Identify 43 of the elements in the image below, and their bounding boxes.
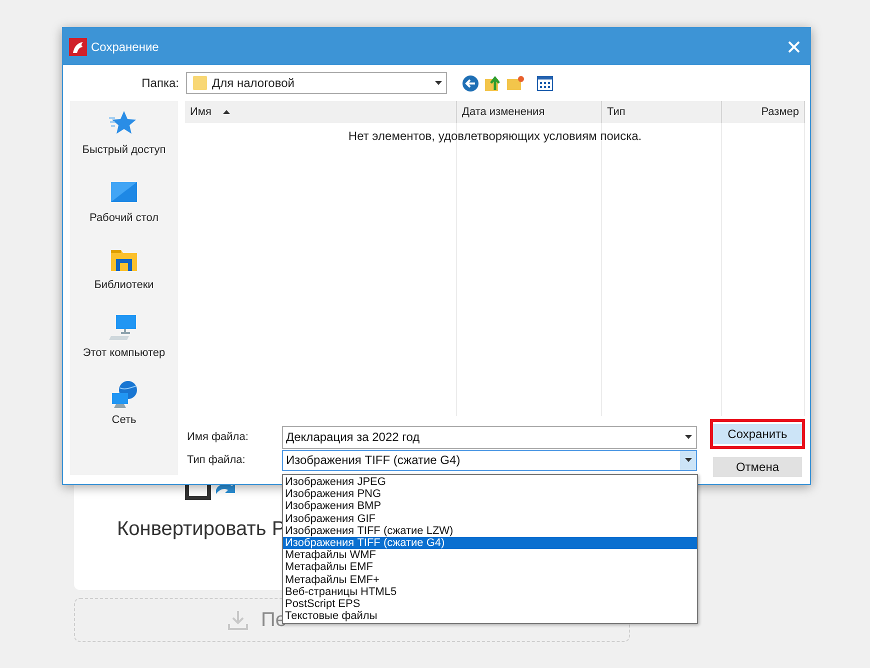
dropdown-arrow-icon: [684, 458, 692, 462]
file-type-option[interactable]: Изображения TIFF (сжатие LZW): [283, 524, 697, 537]
empty-message: Нет элементов, удовлетворяющих условиям поиска.: [347, 128, 643, 145]
cancel-button[interactable]: Отмена: [713, 457, 802, 477]
app-logo-icon: [69, 38, 87, 56]
dropdown-arrow-icon: [434, 81, 442, 85]
file-type-option[interactable]: Изображения JPEG: [283, 476, 697, 488]
file-type-label: Тип файла:: [187, 452, 246, 468]
file-type-option[interactable]: Изображения BMP: [283, 500, 697, 513]
file-type-option[interactable]: Метафайлы EMF: [283, 561, 697, 574]
window-title: Сохранение: [91, 38, 159, 56]
file-type-option[interactable]: Метафайлы WMF: [283, 549, 697, 562]
folder-combo[interactable]: Для налоговой: [186, 72, 447, 94]
sidebar-item[interactable]: Библиотеки: [94, 244, 154, 294]
new-folder-icon[interactable]: [507, 75, 525, 91]
file-type-combo[interactable]: Изображения TIFF (сжатие G4): [282, 450, 697, 470]
file-name-label: Имя файла:: [187, 430, 250, 445]
file-type-option[interactable]: Изображения PNG: [283, 488, 697, 500]
folder-value: Для налоговой: [212, 75, 294, 92]
sidebar-item[interactable]: Рабочий стол: [89, 176, 159, 226]
sidebar-item[interactable]: Этот компьютер: [82, 312, 166, 361]
folder-up-icon[interactable]: [485, 74, 501, 92]
sidebar-item[interactable]: Быстрый доступ: [82, 109, 166, 158]
column-header[interactable]: Тип: [602, 101, 722, 123]
folder-label: Папка:: [140, 75, 179, 92]
grid-view-icon[interactable]: [537, 76, 553, 90]
save-button[interactable]: Сохранить: [713, 424, 802, 444]
close-icon[interactable]: [788, 40, 800, 52]
file-type-option[interactable]: Веб-страницы HTML5: [283, 586, 697, 598]
file-type-option[interactable]: Изображения TIFF (сжатие G4): [283, 536, 697, 550]
sidebar-item[interactable]: Сеть: [108, 379, 140, 428]
file-type-option[interactable]: Изображения GIF: [283, 512, 697, 525]
column-header[interactable]: Размер: [722, 101, 805, 123]
file-type-option[interactable]: Текстовые файлы: [283, 610, 697, 622]
column-header[interactable]: Имя: [185, 101, 457, 123]
file-type-option[interactable]: Метафайлы EMF+: [283, 574, 697, 586]
download-icon: [227, 609, 249, 631]
column-header[interactable]: Дата изменения: [457, 101, 602, 123]
back-icon[interactable]: [462, 74, 479, 92]
dropdown-arrow-icon: [684, 435, 692, 439]
folder-icon: [193, 75, 207, 91]
file-name-field[interactable]: Декларация за 2022 год: [282, 426, 697, 448]
file-type-option[interactable]: PostScript EPS: [283, 598, 697, 610]
